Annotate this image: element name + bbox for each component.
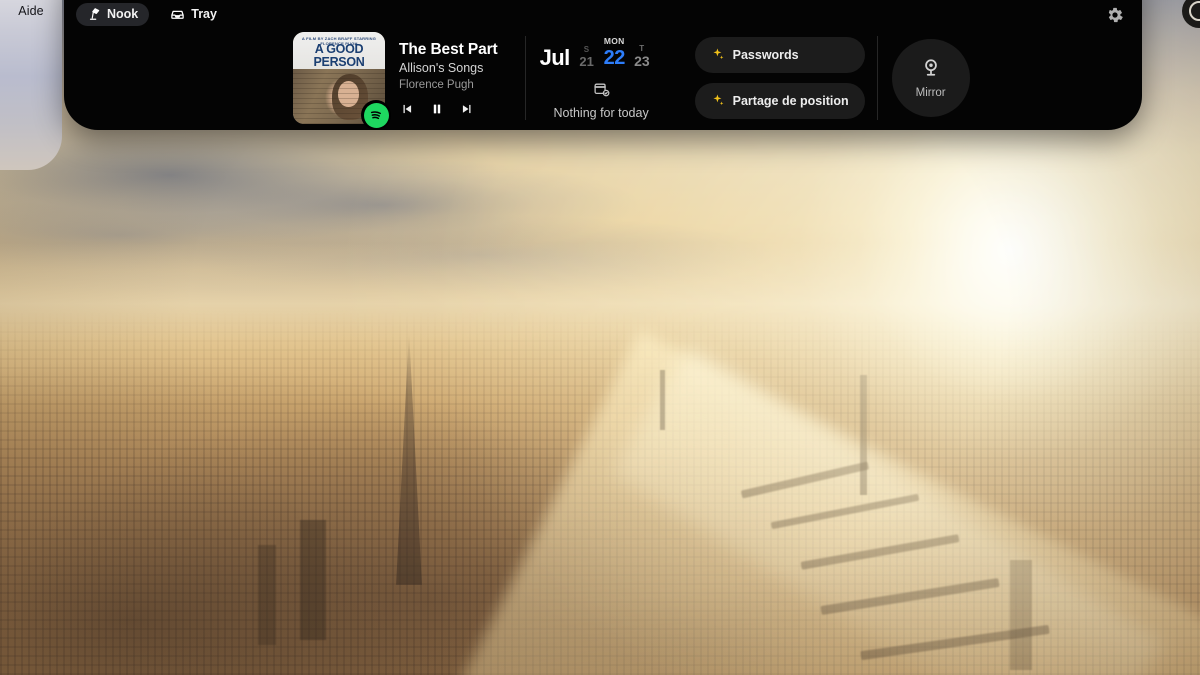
aide-panel-tab[interactable]: Aide	[0, 0, 62, 170]
widget-row: A FILM BY ZACH BRAFF STARRING FLORENCE P…	[64, 26, 1142, 130]
desk-lamp-icon	[87, 7, 101, 21]
album-art-title-line2: PERSON	[313, 54, 365, 69]
webcam-icon	[920, 57, 942, 84]
circle-badge-ring	[1189, 1, 1200, 21]
calendar-header: Jul S 21 MON 22 T 23	[534, 36, 669, 70]
next-track-button[interactable]	[459, 101, 474, 116]
album-art-title-line1: A GOOD	[314, 42, 364, 56]
passwords-button-label: Passwords	[732, 48, 799, 62]
media-player-widget: A FILM BY ZACH BRAFF STARRING FLORENCE P…	[293, 32, 498, 130]
previous-track-button[interactable]	[399, 101, 414, 116]
spotify-icon	[361, 100, 391, 130]
passwords-button[interactable]: Passwords	[694, 37, 865, 73]
calendar-day-22-dow: MON	[603, 35, 625, 46]
calendar-day-21-num: 21	[579, 54, 594, 70]
album-art[interactable]: A FILM BY ZACH BRAFF STARRING FLORENCE P…	[293, 32, 391, 130]
mirror-label: Mirror	[915, 87, 946, 99]
mirror-button[interactable]: Mirror	[891, 39, 970, 117]
calendar-widget[interactable]: Jul S 21 MON 22 T 23 Nothing for today	[534, 36, 669, 121]
track-info: The Best Part Allison's Songs Florence P…	[399, 40, 498, 117]
inbox-tray-icon	[170, 7, 185, 22]
aide-label: Aide	[18, 4, 44, 18]
calendar-day-23-num: 23	[634, 53, 650, 70]
panel-chrome-row: Nook Tray	[64, 0, 1142, 28]
tab-nook-label: Nook	[107, 7, 139, 21]
widget-divider-2	[876, 36, 878, 120]
track-album: Allison's Songs	[399, 61, 484, 75]
mirror-widget: Mirror	[891, 39, 970, 117]
tab-nook[interactable]: Nook	[76, 2, 150, 26]
track-title: The Best Part	[399, 40, 498, 58]
gear-icon[interactable]	[1106, 6, 1124, 24]
sparkle-icon	[711, 93, 725, 110]
nook-dashboard-panel: Nook Tray A FILM BY ZACH BRAFF STARRING …	[64, 0, 1142, 130]
sparkle-icon	[711, 47, 725, 64]
tab-tray-label: Tray	[191, 7, 217, 21]
album-art-title: A GOOD PERSON	[293, 43, 385, 68]
action-buttons: Passwords Partage de position	[694, 37, 865, 119]
calendar-days: S 21 MON 22 T 23	[577, 36, 652, 70]
calendar-day-22-num: 22	[603, 47, 626, 70]
track-artist: Florence Pugh	[399, 79, 474, 92]
calendar-day-23[interactable]: T 23	[632, 43, 652, 70]
calendar-day-21[interactable]: S 21	[577, 44, 597, 69]
calendar-day-22-today[interactable]: MON 22	[603, 35, 626, 70]
calendar-empty-state: Nothing for today	[554, 81, 649, 120]
calendar-empty-text: Nothing for today	[553, 106, 649, 121]
tab-tray[interactable]: Tray	[159, 3, 228, 26]
pause-button[interactable]	[429, 101, 444, 116]
calendar-month: Jul	[539, 45, 571, 71]
media-controls	[399, 101, 498, 116]
location-sharing-button-label: Partage de position	[732, 94, 849, 108]
location-sharing-button[interactable]: Partage de position	[694, 83, 865, 119]
calendar-check-icon	[593, 81, 610, 103]
widget-divider-1	[524, 36, 526, 120]
